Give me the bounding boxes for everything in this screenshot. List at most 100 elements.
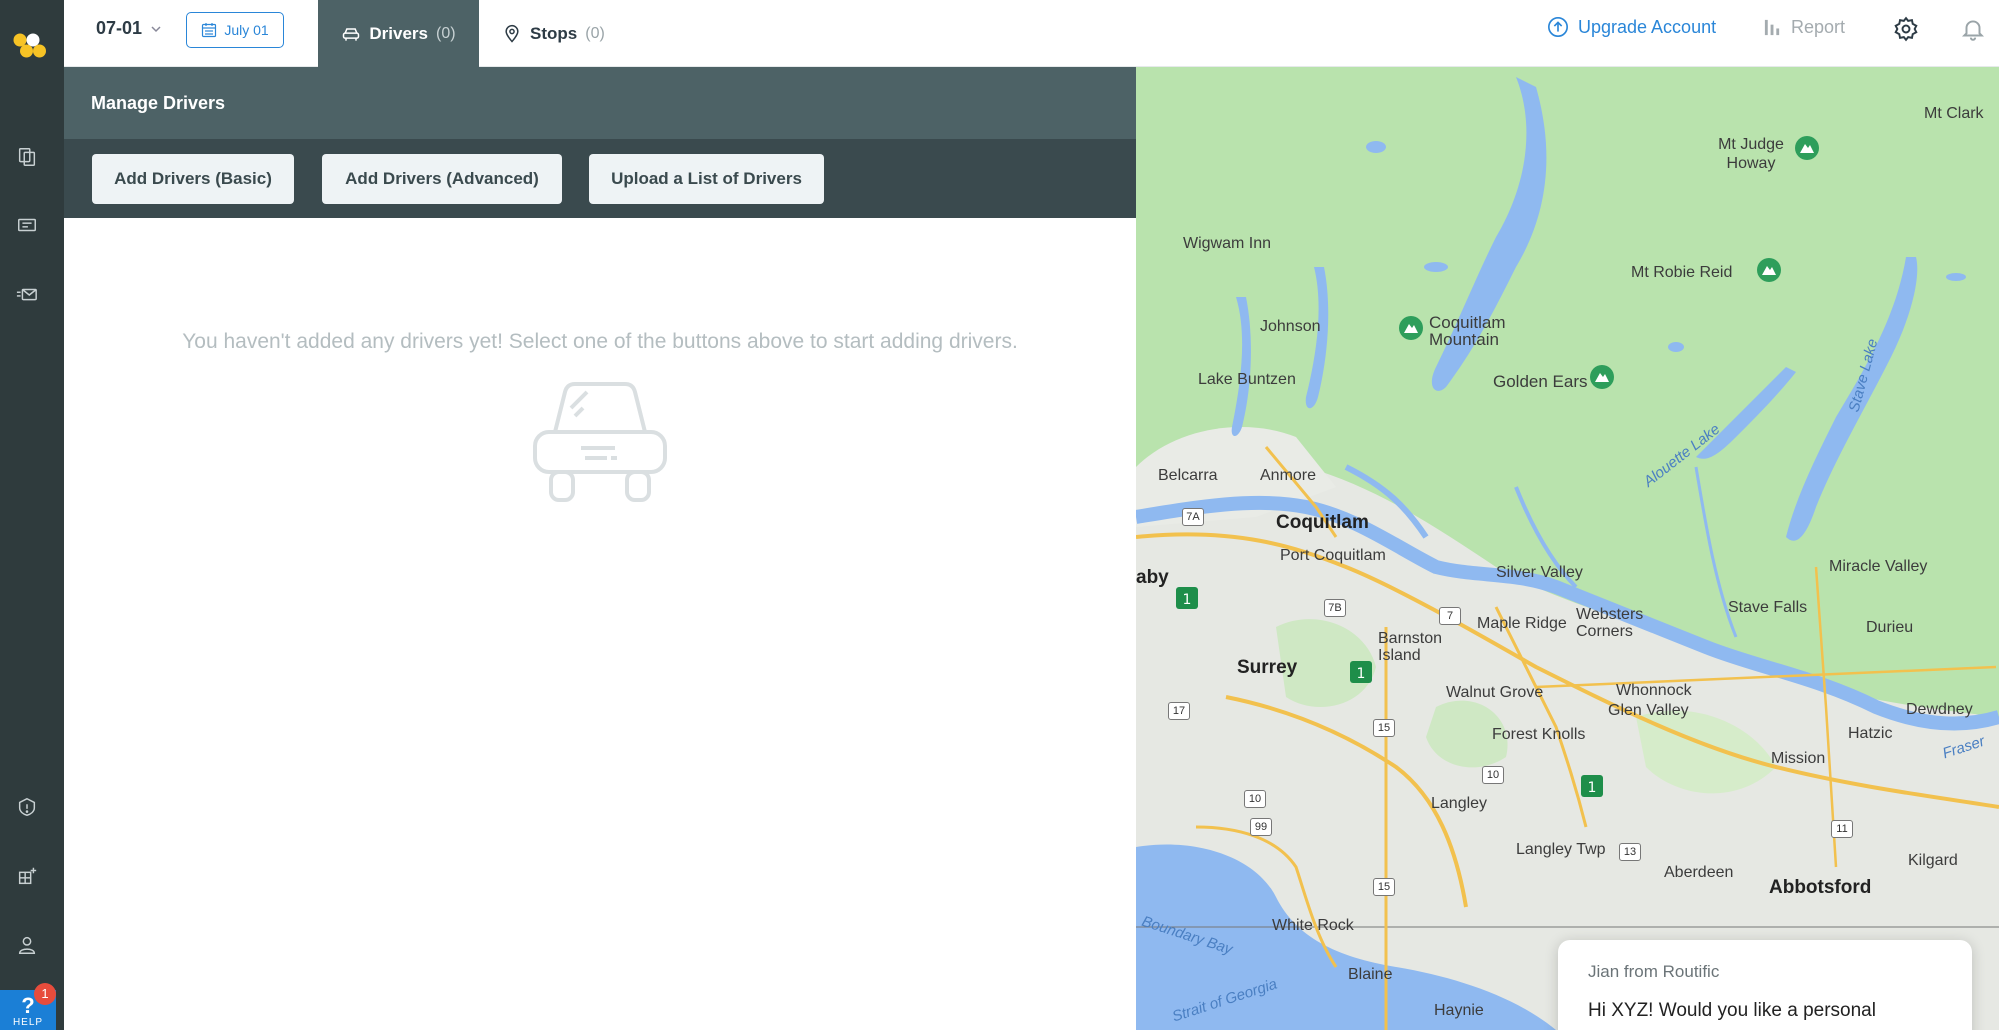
driver-list-icon: [18, 218, 36, 232]
map-label-langley-twp: Langley Twp: [1516, 841, 1606, 858]
map-label-anmore: Anmore: [1260, 467, 1317, 484]
map-label-coquitlam-mountain: Coquitlam Mountain: [1429, 313, 1506, 349]
top-bar: 07-01 July 01 Drivers (0) Stops (0) Upgr…: [64, 0, 1999, 67]
integrations-nav-button[interactable]: [12, 861, 42, 891]
user-icon: [18, 936, 36, 954]
map-label-coquitlam: Coquitlam: [1276, 512, 1369, 533]
mail-icon: [16, 288, 37, 301]
car-icon: [343, 27, 360, 41]
bell-icon[interactable]: [1960, 16, 1986, 42]
empty-state-message: You haven't added any drivers yet! Selec…: [182, 330, 1018, 353]
routific-logo-icon[interactable]: [8, 32, 48, 66]
svg-text:1: 1: [1183, 592, 1192, 608]
calendar-date-label: July 01: [224, 22, 269, 38]
help-label: HELP: [12, 1017, 44, 1028]
map-label-white-rock: White Rock: [1272, 917, 1354, 934]
highway-shield: 15: [1373, 878, 1395, 896]
map-label-johnson: Johnson: [1260, 318, 1321, 335]
calendar-date-button[interactable]: July 01: [186, 12, 284, 48]
bar-chart-icon: [1764, 19, 1780, 36]
map-label-whonnock: Whonnock: [1616, 682, 1692, 699]
highway-shield: 13: [1619, 843, 1641, 861]
highway-shield: 99: [1250, 818, 1272, 836]
mountain-marker-icon: [1757, 258, 1781, 282]
chat-popup[interactable]: Jian from Routific Hi XYZ! Would you lik…: [1558, 940, 1972, 1030]
messages-nav-button[interactable]: [12, 280, 42, 310]
map-label-hatzic: Hatzic: [1848, 725, 1893, 742]
map-label-maple-ridge: Maple Ridge: [1477, 615, 1567, 632]
map-label-haynie: Haynie: [1434, 1002, 1484, 1019]
map-label-kilgard: Kilgard: [1908, 852, 1958, 869]
map-label-port-coquitlam: Port Coquitlam: [1280, 547, 1386, 564]
highway-shield: 10: [1482, 766, 1504, 784]
svg-text:1: 1: [1588, 780, 1597, 796]
map-label-barnston-island: Barnston Island: [1378, 630, 1443, 664]
highway-1-shield-icon: 1: [1581, 775, 1603, 797]
map-label-glen-valley: Glen Valley: [1608, 702, 1689, 719]
left-nav-rail: ? HELP 1: [0, 0, 64, 1030]
add-drivers-basic-button[interactable]: Add Drivers (Basic): [92, 154, 294, 204]
map-label-mt-judge-howay: Mt Judge Howay: [1718, 136, 1784, 172]
tab-drivers-count: (0): [436, 24, 456, 42]
help-button[interactable]: ? HELP 1: [0, 983, 56, 1030]
shield-info-icon: [18, 797, 36, 817]
map-label-walnut-grove: Walnut Grove: [1446, 684, 1544, 701]
date-selector[interactable]: 07-01: [96, 18, 162, 39]
map-label-wigwam-inn: Wigwam Inn: [1183, 235, 1272, 252]
drivers-nav-button[interactable]: [12, 210, 42, 240]
chat-message: Hi XYZ! Would you like a personal: [1588, 1000, 1876, 1021]
arrow-up-circle-icon: [1548, 17, 1568, 37]
map-label-belcarra: Belcarra: [1158, 467, 1218, 484]
map-label-aberdeen: Aberdeen: [1664, 864, 1734, 881]
tab-stops[interactable]: Stops (0): [502, 0, 605, 67]
info-nav-button[interactable]: [12, 792, 42, 822]
highway-shield: 17: [1168, 702, 1190, 720]
map-label-blaine: Blaine: [1348, 966, 1393, 983]
date-selector-label: 07-01: [96, 18, 143, 38]
map-label-langley: Langley: [1431, 795, 1488, 812]
map-label-miracle-valley: Miracle Valley: [1829, 558, 1928, 575]
tab-stops-label: Stops: [530, 23, 578, 43]
map-label-forest-knolls: Forest Knolls: [1492, 726, 1586, 743]
mountain-marker-icon: [1399, 316, 1423, 340]
gear-icon[interactable]: [1893, 16, 1919, 42]
account-nav-button[interactable]: [12, 930, 42, 960]
manage-drivers-header: Manage Drivers: [64, 67, 1136, 139]
map-label-stave-falls: Stave Falls: [1728, 599, 1808, 616]
add-drivers-advanced-button[interactable]: Add Drivers (Advanced): [322, 154, 562, 204]
highway-shield: 7B: [1324, 599, 1346, 617]
map-label-mt-robie-reid: Mt Robie Reid: [1631, 264, 1733, 281]
map-label-silver-valley: Silver Valley: [1496, 564, 1583, 581]
calendar-icon: [202, 23, 217, 38]
map-label-burnaby-partial: aby: [1136, 567, 1169, 588]
upload-drivers-list-button[interactable]: Upload a List of Drivers: [589, 154, 824, 204]
manage-drivers-toolbar: Add Drivers (Basic) Add Drivers (Advance…: [64, 139, 1136, 218]
documents-icon: [18, 148, 36, 166]
tab-drivers[interactable]: Drivers (0): [318, 0, 479, 67]
map-label-abbotsford: Abbotsford: [1769, 877, 1872, 898]
empty-car-icon: [533, 382, 667, 502]
tab-drivers-label: Drivers: [369, 23, 429, 43]
map-label-websters-corners: Websters Corners: [1576, 606, 1644, 640]
routes-nav-button[interactable]: [12, 142, 42, 172]
panel-title: Manage Drivers: [91, 93, 226, 113]
map-pin-icon: [505, 24, 519, 43]
help-notification-badge: 1: [34, 983, 56, 1005]
map-view[interactable]: Mt Clark Mt Judge Howay Wigwam Inn Mt Ro…: [1136, 67, 1999, 1030]
map-label-mission: Mission: [1771, 750, 1826, 767]
highway-shield: 11: [1831, 820, 1853, 838]
upgrade-account-link[interactable]: Upgrade Account: [1547, 16, 1716, 38]
map-label-mt-clark: Mt Clark: [1924, 105, 1984, 122]
highway-shield: 10: [1244, 790, 1266, 808]
tab-stops-count: (0): [585, 24, 605, 42]
highway-1-shield-icon: 1: [1350, 661, 1372, 683]
map-label-lake-buntzen: Lake Buntzen: [1198, 371, 1296, 388]
highway-shield: 7: [1439, 607, 1461, 625]
map-label-golden-ears: Golden Ears: [1493, 372, 1588, 391]
chat-sender: Jian from Routific: [1588, 962, 1720, 981]
highway-shield: 15: [1373, 719, 1395, 737]
map-label-durieu: Durieu: [1866, 619, 1914, 636]
mountain-marker-icon: [1795, 136, 1819, 160]
report-link[interactable]: Report: [1763, 17, 1845, 38]
highway-1-shield-icon: 1: [1176, 587, 1198, 609]
